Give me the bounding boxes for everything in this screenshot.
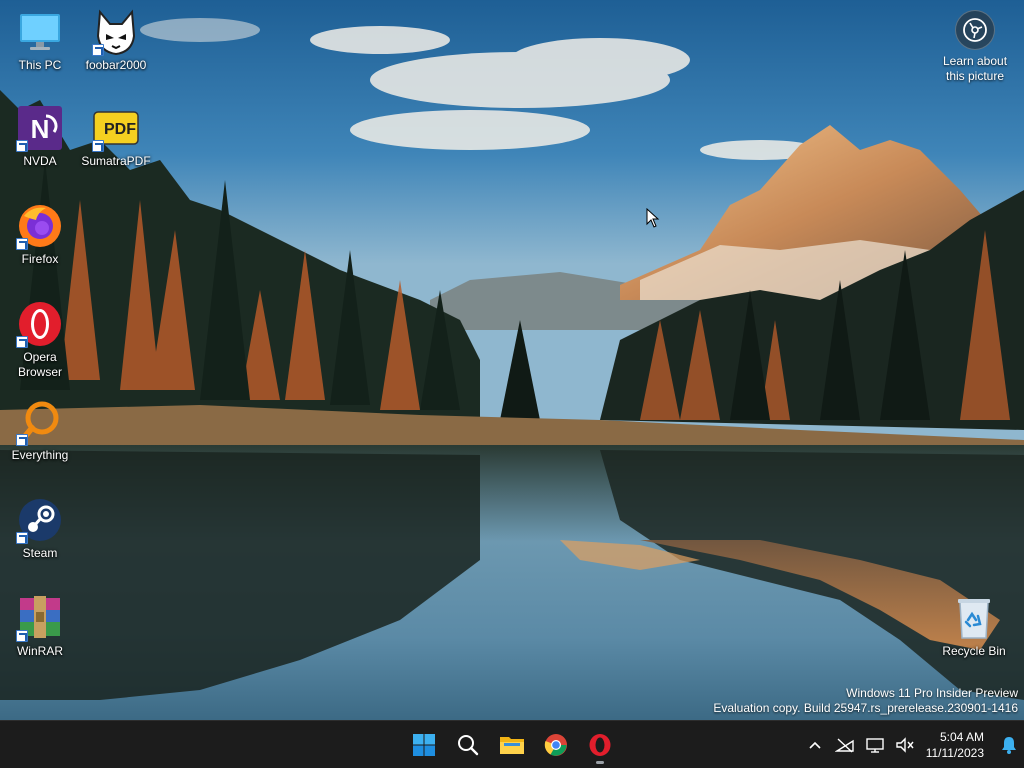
shortcut-arrow-icon	[16, 336, 28, 348]
network-status-button[interactable]	[830, 721, 860, 768]
everything-icon	[16, 398, 64, 446]
clock-time: 5:04 AM	[939, 730, 984, 744]
recycle-bin-icon	[950, 594, 998, 642]
start-button[interactable]	[404, 725, 444, 765]
shortcut-arrow-icon	[16, 434, 28, 446]
svg-text:N: N	[31, 114, 50, 144]
show-hidden-icons-button[interactable]	[800, 721, 830, 768]
camera-icon	[955, 10, 995, 50]
clock-date: 11/11/2023	[925, 746, 984, 760]
opera-icon	[589, 734, 611, 756]
shortcut-arrow-icon	[16, 238, 28, 250]
taskbar-apps	[404, 721, 620, 768]
foobar2000-icon	[92, 8, 140, 56]
volume-muted-icon	[896, 737, 914, 753]
chrome-button[interactable]	[536, 725, 576, 765]
taskbar: 5:04 AM 11/11/2023	[0, 720, 1024, 768]
shortcut-arrow-icon	[16, 630, 28, 642]
steam-icon	[16, 496, 64, 544]
display-button[interactable]	[860, 721, 890, 768]
opera-taskbar-button[interactable]	[580, 725, 620, 765]
desktop-icon-winrar[interactable]: WinRAR	[0, 594, 80, 659]
volume-button[interactable]	[890, 721, 920, 768]
shortcut-arrow-icon	[92, 44, 104, 56]
folder-icon	[500, 737, 524, 754]
desktop-icon-everything[interactable]: Everything	[0, 398, 80, 463]
display-icon	[866, 738, 884, 753]
system-tray: 5:04 AM 11/11/2023	[800, 721, 1024, 768]
desktop-icon-nvda[interactable]: N NVDA	[0, 104, 80, 169]
desktop-icon-recycle-bin[interactable]: Recycle Bin	[934, 594, 1014, 659]
network-off-icon	[834, 738, 854, 753]
watermark-line1: Windows 11 Pro Insider Preview	[846, 686, 1018, 700]
desktop-icon-opera[interactable]: Opera Browser	[0, 300, 80, 380]
winrar-icon	[16, 594, 64, 642]
opera-icon	[16, 300, 64, 348]
learn-about-picture-button[interactable]: Learn about this picture	[936, 10, 1014, 84]
sumatrapdf-logo-text: PDF	[104, 121, 136, 138]
spotlight-label-line2: this picture	[945, 69, 1005, 83]
desktop-icon-sumatrapdf[interactable]: PDF SumatraPDF	[76, 104, 156, 169]
sumatrapdf-icon: PDF	[92, 104, 140, 152]
notifications-button[interactable]	[994, 721, 1024, 768]
search-button[interactable]	[448, 725, 488, 765]
desktop-icon-steam[interactable]: Steam	[0, 496, 80, 561]
this-pc-icon	[16, 8, 64, 56]
desktop: This PC N NVDA Firefox Opera Browser Eve…	[0, 0, 1024, 720]
shortcut-arrow-icon	[16, 140, 28, 152]
shortcut-arrow-icon	[92, 140, 104, 152]
clock-button[interactable]: 5:04 AM 11/11/2023	[920, 729, 994, 761]
bell-icon	[1002, 737, 1016, 754]
windows-start-icon	[413, 734, 435, 756]
mouse-cursor-icon	[646, 208, 660, 228]
build-watermark: Windows 11 Pro Insider Preview Evaluatio…	[713, 686, 1018, 716]
shortcut-arrow-icon	[16, 532, 28, 544]
search-icon	[458, 735, 479, 756]
chrome-icon	[544, 734, 567, 756]
watermark-line2: Evaluation copy. Build 25947.rs_prerelea…	[713, 701, 1018, 715]
desktop-icon-foobar2000[interactable]: foobar2000	[76, 8, 156, 73]
desktop-icon-firefox[interactable]: Firefox	[0, 202, 80, 267]
nvda-icon: N	[16, 104, 64, 152]
firefox-icon	[16, 202, 64, 250]
spotlight-label-line1: Learn about	[942, 54, 1008, 68]
desktop-icon-this-pc[interactable]: This PC	[0, 8, 80, 73]
file-explorer-button[interactable]	[492, 725, 532, 765]
chevron-up-icon	[809, 741, 821, 749]
